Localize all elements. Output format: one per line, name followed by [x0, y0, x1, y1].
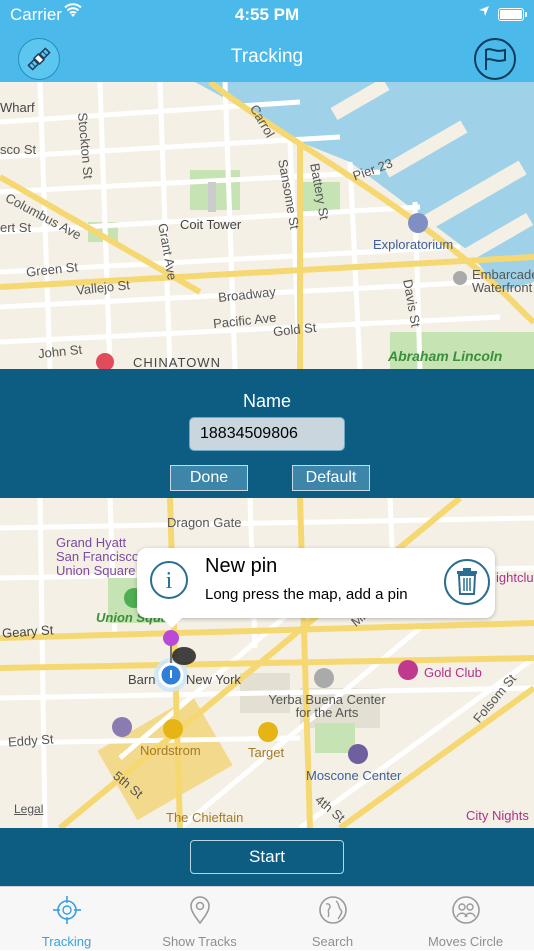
map-label-nordstrom: Nordstrom: [140, 743, 201, 758]
map-label: Wharf: [0, 100, 35, 115]
trash-icon[interactable]: [443, 558, 491, 606]
map-label: Moscone Center: [306, 768, 402, 783]
people-icon: [451, 896, 480, 924]
globe-icon: [318, 896, 347, 924]
map-label-chinatown: CHINATOWN: [133, 355, 221, 369]
default-button[interactable]: Default: [292, 465, 370, 491]
status-bar: Carrier 4:55 PM: [0, 0, 534, 30]
map-label: Gold Club: [424, 665, 482, 680]
tab-show-tracks[interactable]: Show Tracks: [133, 887, 266, 951]
map-label: Yerba Buena Center for the Arts: [268, 692, 386, 720]
map-label: sco St: [0, 142, 37, 157]
new-pin-callout: i New pin Long press the map, add a pin: [137, 548, 495, 628]
map-label: ert St: [0, 220, 32, 235]
map-label: City Nights: [466, 808, 529, 823]
map-label: The Chieftain: [166, 810, 244, 825]
tab-bar: Tracking Show Tracks Search Moves Circle: [0, 886, 534, 950]
tab-label: Show Tracks: [162, 934, 237, 949]
tab-label: Search: [311, 934, 354, 949]
battery-icon: [498, 8, 527, 21]
info-icon[interactable]: i: [149, 560, 189, 600]
map-pin-icon: [189, 896, 210, 925]
map-label: Embarcadero Waterfront: [472, 267, 534, 295]
done-button[interactable]: Done: [170, 465, 248, 491]
start-button[interactable]: Start: [190, 840, 344, 874]
svg-text:i: i: [166, 568, 173, 594]
legal-link[interactable]: Legal: [14, 802, 43, 816]
tab-tracking[interactable]: Tracking: [0, 887, 133, 951]
crosshair-icon: [52, 896, 81, 924]
flag-icon: [485, 48, 506, 70]
tab-search[interactable]: Search: [266, 887, 399, 951]
callout-subtitle: Long press the map, add a pin: [205, 586, 408, 603]
name-input[interactable]: [189, 417, 345, 451]
map-label-exploratorium: Exploratorium: [373, 237, 454, 252]
flag-button[interactable]: [474, 38, 516, 80]
tab-moves-circle[interactable]: Moves Circle: [399, 887, 532, 951]
page-title: Tracking: [230, 46, 304, 67]
map-label: New York: [186, 672, 241, 687]
start-bar: Start: [0, 828, 534, 886]
name-panel: Name Done Default: [0, 369, 534, 498]
location-arrow-icon: [478, 4, 490, 21]
map-label: Abraham Lincoln: [388, 348, 503, 364]
map-label: Eddy St: [7, 731, 54, 750]
tab-label: Tracking: [41, 934, 92, 949]
callout-title: New pin: [205, 555, 278, 577]
header: Carrier 4:55 PM Tracking: [0, 0, 534, 82]
map-label-target: Target: [248, 745, 285, 760]
name-title: Name: [242, 391, 291, 411]
map-label: Dragon Gate: [167, 515, 242, 530]
tab-label: Moves Circle: [427, 934, 504, 949]
map-label-coit-tower: Coit Tower: [180, 217, 242, 232]
map-label: Barn: [128, 672, 156, 687]
map-view-top[interactable]: Wharf Stockton St sco St Columbus Ave Co…: [0, 82, 534, 369]
clock-time: 4:55 PM: [234, 5, 300, 24]
map-label: ightclu: [496, 570, 534, 585]
map-label: Grand Hyatt San Francisco Union Square: [56, 535, 140, 578]
